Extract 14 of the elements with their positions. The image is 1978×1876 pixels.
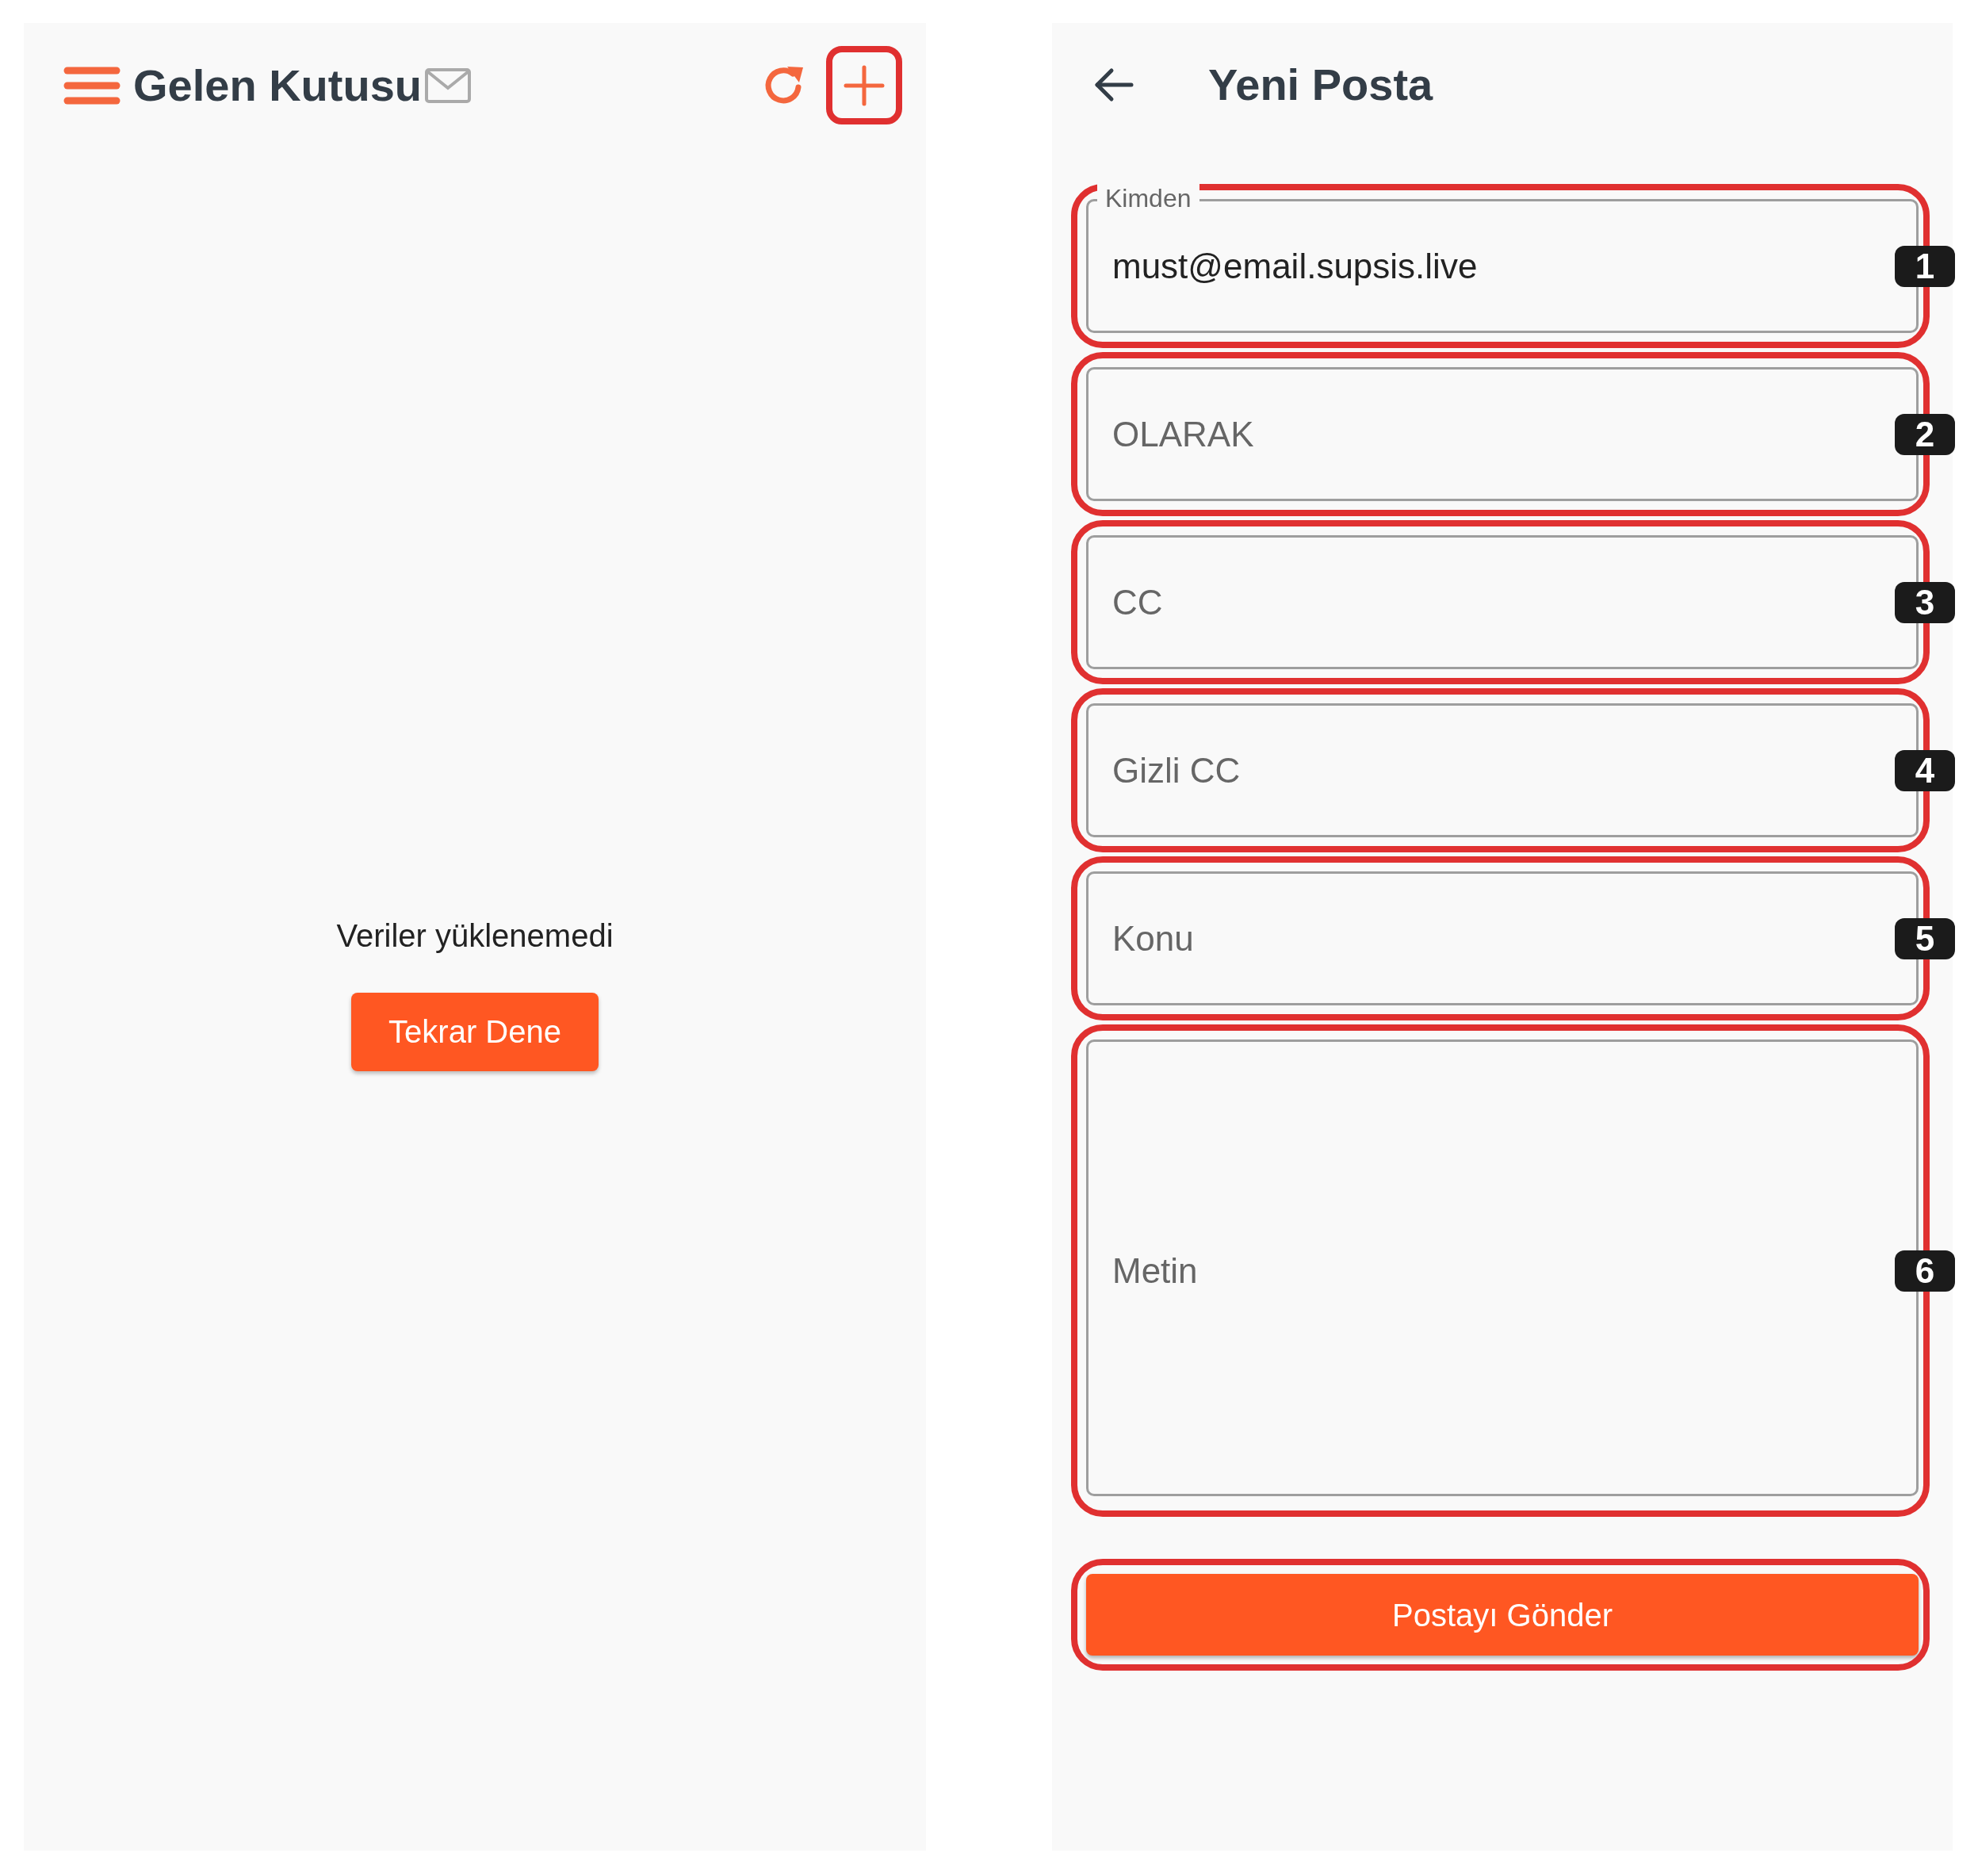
number-badge: 2 bbox=[1895, 413, 1955, 455]
number-badge: 1 bbox=[1895, 245, 1955, 287]
retry-button[interactable]: Tekrar Dene bbox=[351, 992, 599, 1071]
screen-title: Gelen Kutusu bbox=[133, 59, 423, 112]
error-message: Veriler yüklenemedi bbox=[336, 917, 614, 955]
menu-icon[interactable] bbox=[63, 65, 121, 105]
send-button[interactable]: Postayı Gönder bbox=[1086, 1574, 1919, 1656]
add-icon[interactable] bbox=[844, 64, 885, 106]
number-badge: 4 bbox=[1895, 749, 1955, 791]
screen-title: Yeni Posta bbox=[1208, 59, 1433, 111]
number-badge: 6 bbox=[1895, 1250, 1955, 1292]
envelope-icon bbox=[425, 67, 472, 103]
number-badge: 3 bbox=[1895, 581, 1955, 623]
number-badge: 5 bbox=[1895, 917, 1955, 959]
